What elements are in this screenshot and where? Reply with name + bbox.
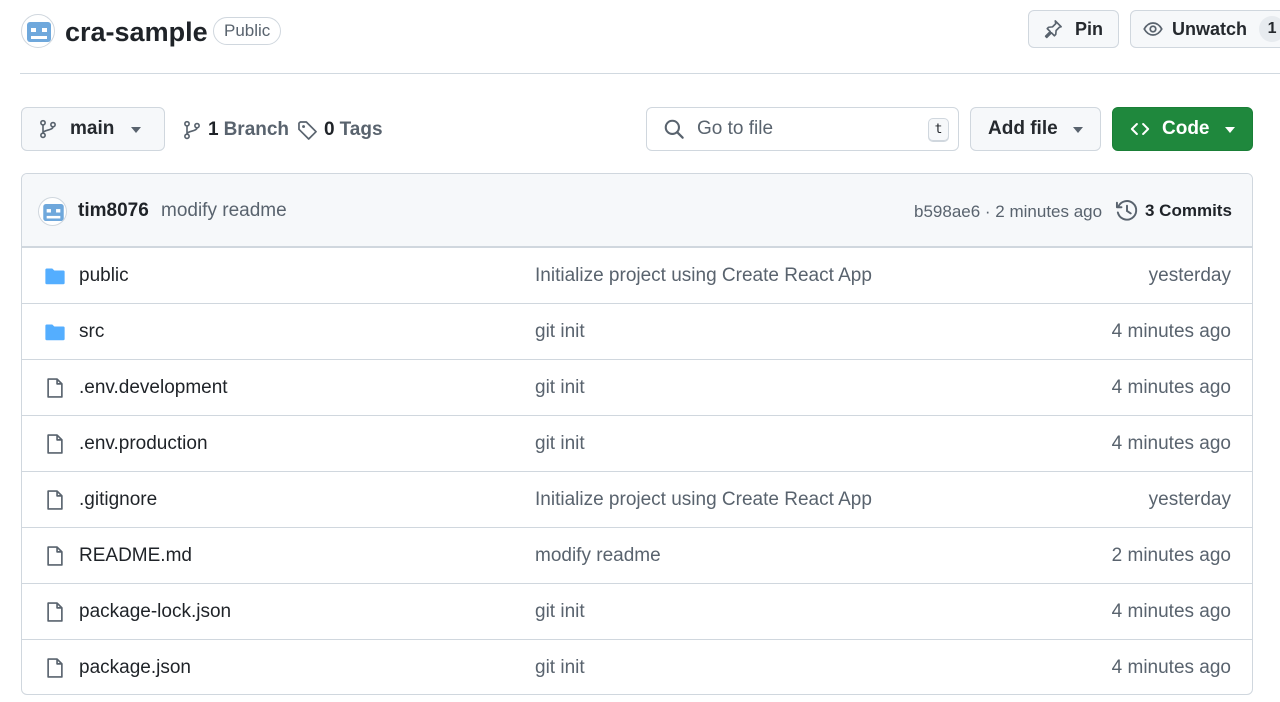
- folder-icon: [45, 324, 65, 341]
- watch-count-badge: 1: [1259, 16, 1280, 42]
- robot-avatar-icon: [27, 22, 51, 42]
- go-to-file-input[interactable]: Go to file: [646, 107, 959, 151]
- search-icon: [664, 119, 684, 139]
- file-date: 2 minutes ago: [1111, 545, 1231, 566]
- tags-word: Tags: [339, 119, 383, 140]
- chevron-down-icon: [131, 127, 141, 133]
- branches-link[interactable]: 1 Branch: [182, 117, 289, 143]
- git-branch-icon: [40, 119, 56, 139]
- commits-count-label: 3 Commits: [1145, 201, 1232, 220]
- file-icon: [47, 546, 63, 566]
- commit-message[interactable]: modify readme: [161, 200, 287, 222]
- file-name[interactable]: public: [79, 265, 129, 287]
- repo-owner-avatar[interactable]: [21, 14, 55, 48]
- commit-author-avatar[interactable]: [38, 197, 67, 226]
- file-date: 4 minutes ago: [1111, 321, 1231, 342]
- file-browser: tim8076 modify readme b598ae6 · 2 minute…: [21, 173, 1253, 695]
- file-name[interactable]: README.md: [79, 545, 192, 567]
- unwatch-button[interactable]: Unwatch 1: [1130, 10, 1280, 48]
- repo-header: cra-sample Public Pin Unwatch 1: [0, 0, 1280, 74]
- history-icon: [1115, 200, 1138, 221]
- file-name[interactable]: .env.production: [79, 433, 208, 455]
- file-name[interactable]: package-lock.json: [79, 601, 231, 623]
- file-row[interactable]: README.md modify readme 2 minutes ago: [22, 527, 1252, 583]
- file-commit-message[interactable]: git init: [535, 601, 585, 623]
- add-file-label: Add file: [988, 118, 1058, 139]
- chevron-down-icon: [1225, 127, 1235, 133]
- add-file-button[interactable]: Add file: [970, 107, 1101, 151]
- folder-icon: [45, 268, 65, 285]
- code-button[interactable]: Code: [1112, 107, 1253, 151]
- file-row[interactable]: .env.production git init 4 minutes ago: [22, 415, 1252, 471]
- file-row[interactable]: .env.development git init 4 minutes ago: [22, 359, 1252, 415]
- file-icon: [47, 490, 63, 510]
- pin-label: Pin: [1075, 18, 1104, 39]
- file-date: 4 minutes ago: [1111, 433, 1231, 454]
- file-date: 4 minutes ago: [1111, 377, 1231, 398]
- branch-selector[interactable]: main: [21, 107, 165, 151]
- code-icon: [1130, 123, 1150, 135]
- file-commit-message[interactable]: Initialize project using Create React Ap…: [535, 265, 872, 287]
- visibility-badge: Public: [213, 17, 282, 45]
- latest-commit-bar: tim8076 modify readme b598ae6 · 2 minute…: [22, 174, 1252, 247]
- git-branch-icon: [184, 120, 200, 140]
- file-name[interactable]: src: [79, 321, 104, 343]
- file-row[interactable]: package-lock.json git init 4 minutes ago: [22, 583, 1252, 639]
- code-label: Code: [1162, 118, 1210, 139]
- file-row[interactable]: src git init 4 minutes ago: [22, 303, 1252, 359]
- go-to-file-placeholder: Go to file: [697, 118, 774, 139]
- file-icon: [47, 658, 63, 678]
- tags-link[interactable]: 0 Tags: [297, 117, 383, 143]
- file-commit-message[interactable]: modify readme: [535, 545, 661, 567]
- file-name[interactable]: .env.development: [79, 377, 228, 399]
- branch-name: main: [70, 118, 115, 139]
- file-name[interactable]: .gitignore: [79, 489, 157, 511]
- repo-name[interactable]: cra-sample: [65, 14, 208, 50]
- file-date: yesterday: [1148, 265, 1231, 286]
- file-commit-message[interactable]: git init: [535, 433, 585, 455]
- tag-icon: [298, 120, 317, 140]
- robot-avatar-icon: [43, 203, 64, 222]
- pin-icon: [1044, 20, 1062, 39]
- file-commit-message[interactable]: git init: [535, 377, 585, 399]
- branches-word: Branch: [223, 119, 290, 140]
- commits-history-link[interactable]: 3 Commits: [1115, 199, 1232, 223]
- pin-button[interactable]: Pin: [1028, 10, 1119, 48]
- file-commit-message[interactable]: git init: [535, 321, 585, 343]
- file-commit-message[interactable]: Initialize project using Create React Ap…: [535, 489, 872, 511]
- file-icon: [47, 378, 63, 398]
- file-name[interactable]: package.json: [79, 657, 191, 679]
- eye-icon: [1143, 22, 1163, 36]
- chevron-down-icon: [1073, 127, 1083, 133]
- file-row[interactable]: .gitignore Initialize project using Crea…: [22, 471, 1252, 527]
- branches-count: 1: [208, 119, 219, 140]
- header-divider: [20, 73, 1280, 74]
- file-commit-message[interactable]: git init: [535, 657, 585, 679]
- commit-author[interactable]: tim8076: [78, 200, 149, 222]
- file-row[interactable]: public Initialize project using Create R…: [22, 247, 1252, 303]
- commit-hash-time[interactable]: b598ae6 · 2 minutes ago: [914, 202, 1102, 222]
- file-date: 4 minutes ago: [1111, 601, 1231, 622]
- keyboard-shortcut-hint: t: [928, 118, 949, 142]
- file-icon: [47, 602, 63, 622]
- file-row[interactable]: package.json git init 4 minutes ago: [22, 639, 1252, 694]
- unwatch-label: Unwatch: [1172, 18, 1248, 39]
- file-date: yesterday: [1148, 489, 1231, 510]
- file-date: 4 minutes ago: [1111, 657, 1231, 678]
- tags-count: 0: [324, 119, 335, 140]
- file-icon: [47, 434, 63, 454]
